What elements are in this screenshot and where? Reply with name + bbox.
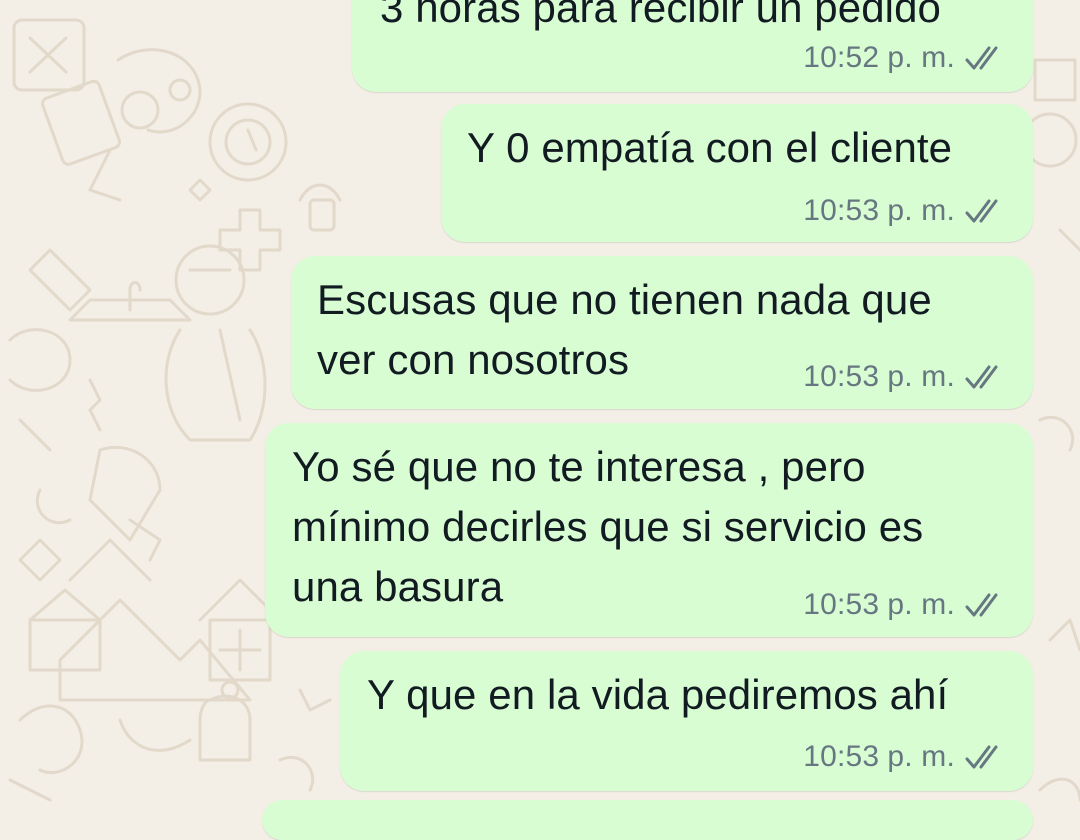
message-time: 10:53 [803, 588, 880, 621]
message-bubble[interactable]: Yo sé que no te interesa , pero mínimo d… [265, 423, 1033, 637]
message-bubble-partial[interactable] [262, 800, 1033, 840]
double-check-icon [965, 46, 998, 70]
double-check-icon [965, 745, 998, 769]
message-meta: 10:52 p. m. [803, 38, 1005, 78]
double-check-icon [965, 199, 998, 223]
message-ampm: p. m. [887, 588, 955, 621]
message-bubble[interactable]: Escusas que no tienen nada que ver con n… [291, 256, 1033, 409]
message-time: 10:53 [803, 194, 880, 227]
message-text: Y 0 empatía con el cliente [467, 124, 953, 171]
message-ampm: p. m. [887, 41, 955, 74]
message-bubble[interactable]: Y que en la vida pediremos ahí 10:53 p. … [340, 651, 1033, 791]
message-text: Y que en la vida pediremos ahí [367, 671, 949, 718]
message-ampm: p. m. [887, 194, 955, 227]
message-meta: 10:53 p. m. [803, 357, 1005, 397]
message-meta: 10:53 p. m. [803, 191, 1005, 231]
double-check-icon [965, 593, 998, 617]
message-time: 10:52 [803, 41, 880, 74]
message-ampm: p. m. [887, 360, 955, 393]
message-time: 10:53 [803, 740, 880, 773]
message-meta: 10:53 p. m. [803, 585, 1005, 625]
double-check-icon [965, 365, 998, 389]
message-bubble[interactable]: Y 0 empatía con el cliente 10:53 p. m. [441, 104, 1033, 242]
message-ampm: p. m. [887, 740, 955, 773]
message-text: 3 horas para recibir un pedido [380, 0, 942, 31]
message-bubble[interactable]: 3 horas para recibir un pedido 10:52 p. … [352, 0, 1033, 92]
message-meta: 10:53 p. m. [803, 737, 1005, 777]
message-time: 10:53 [803, 360, 880, 393]
